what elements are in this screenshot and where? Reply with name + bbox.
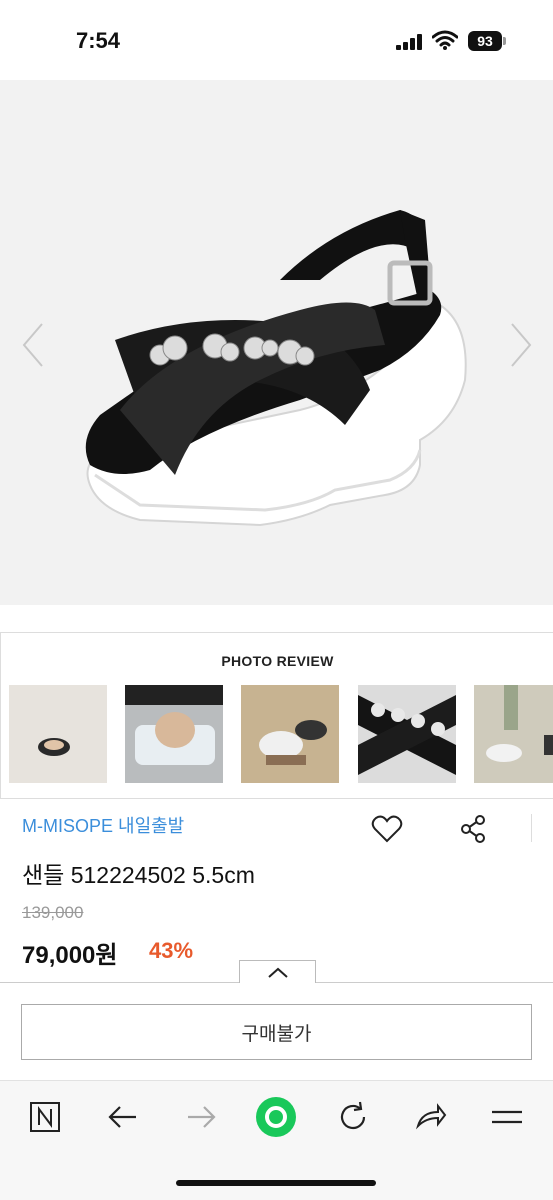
arrow-right-icon[interactable]	[184, 1100, 218, 1134]
share-icon[interactable]	[460, 815, 486, 843]
naver-n-icon[interactable]	[28, 1100, 62, 1134]
review-thumbnail[interactable]	[9, 685, 107, 783]
discount-rate: 43%	[149, 938, 194, 963]
share-arrow-icon[interactable]	[414, 1100, 448, 1134]
review-thumbnail[interactable]	[474, 685, 553, 783]
product-image[interactable]	[0, 80, 553, 605]
collapse-tab[interactable]	[239, 960, 316, 983]
signal-icon	[396, 34, 422, 50]
product-name: 샌들 512224502 5.5cm	[22, 862, 255, 888]
review-photo	[358, 685, 456, 783]
chevron-up-icon	[268, 967, 288, 978]
arrow-left-icon[interactable]	[106, 1100, 140, 1134]
photo-review-title: PHOTO REVIEW	[221, 653, 334, 669]
review-thumbnail[interactable]	[241, 685, 339, 783]
original-price: 139,000	[22, 903, 84, 922]
wifi-icon	[432, 30, 458, 50]
review-photo	[125, 685, 223, 783]
status-time: 7:54	[76, 28, 121, 53]
sale-price: 79,000원	[22, 942, 118, 969]
heart-icon[interactable]	[371, 815, 403, 843]
divider	[531, 814, 532, 842]
status-bar: 7:54 93	[0, 0, 553, 80]
brand-row: M-MISOPE 내일출발	[22, 812, 184, 838]
chevron-right-icon[interactable]	[506, 320, 536, 370]
review-photo	[474, 685, 553, 783]
photo-review-panel: PHOTO REVIEW	[0, 632, 553, 799]
reload-icon[interactable]	[336, 1100, 370, 1134]
review-photo	[9, 685, 107, 783]
green-circle-icon[interactable]	[254, 1095, 298, 1139]
review-photo	[241, 685, 339, 783]
chevron-left-icon[interactable]	[18, 320, 48, 370]
battery-tip	[503, 37, 506, 45]
battery-indicator: 93	[468, 31, 502, 51]
review-thumbnail[interactable]	[125, 685, 223, 783]
review-thumbnail[interactable]	[358, 685, 456, 783]
home-indicator	[176, 1180, 376, 1186]
sandal-image	[85, 210, 467, 527]
buy-button[interactable]: 구매불가	[21, 1004, 532, 1060]
brand-link[interactable]: M-MISOPE 내일출발	[22, 816, 184, 836]
menu-icon[interactable]	[490, 1100, 524, 1134]
